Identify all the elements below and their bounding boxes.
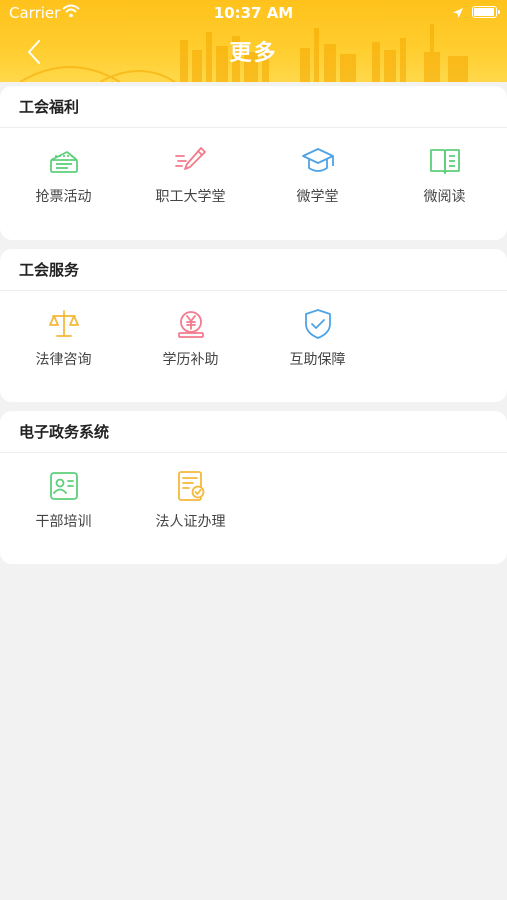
- menu-item-mutual-aid[interactable]: 互助保障: [254, 307, 381, 369]
- menu-item-micro-class[interactable]: 微学堂: [254, 144, 381, 206]
- section-title: 工会福利: [0, 86, 507, 128]
- pen-icon: [174, 147, 206, 170]
- menu-item-education-subsidy[interactable]: 学历补助: [127, 307, 254, 369]
- page-title: 更多: [229, 41, 278, 66]
- section-title: 电子政务系统: [0, 411, 507, 453]
- location-arrow-icon: [452, 5, 464, 23]
- menu-item-legal-consult[interactable]: 法律咨询: [0, 307, 127, 369]
- section-title: 工会服务: [0, 249, 507, 291]
- section-card: 工会福利 抢票活动 职工大学堂 微学堂 微阅读: [0, 86, 507, 240]
- status-bar: Carrier 10:37 AM: [0, 0, 507, 26]
- menu-item-label: 互助保障: [289, 352, 346, 368]
- nav-header: Carrier 10:37 AM 更多: [0, 0, 507, 82]
- menu-item-worker-college[interactable]: 职工大学堂: [127, 144, 254, 206]
- section-grid: 干部培训 法人证办理: [0, 453, 507, 559]
- section-card: 电子政务系统 干部培训 法人证办理: [0, 411, 507, 564]
- scales-icon: [48, 310, 79, 337]
- menu-item-legal-person-cert[interactable]: 法人证办理: [127, 469, 254, 531]
- menu-item-label: 微阅读: [423, 189, 466, 205]
- menu-item-label: 干部培训: [35, 514, 92, 530]
- id-card-icon: [49, 472, 78, 500]
- menu-item-label: 法人证办理: [155, 514, 226, 530]
- menu-item-micro-reading[interactable]: 微阅读: [381, 144, 507, 206]
- graduation-cap-icon: [301, 148, 334, 172]
- section-grid: 法律咨询 学历补助 互助保障: [0, 291, 507, 397]
- status-time: 10:37 AM: [213, 4, 294, 22]
- yuan-coin-icon: [177, 311, 204, 338]
- menu-item-label: 微学堂: [296, 189, 339, 205]
- battery-icon: [472, 6, 500, 18]
- book-icon: [429, 149, 460, 174]
- shield-check-icon: [304, 309, 331, 339]
- menu-item-label: 职工大学堂: [155, 189, 226, 205]
- ticket-icon: [49, 151, 78, 173]
- menu-item-label: 法律咨询: [35, 352, 92, 368]
- menu-item-cadre-training[interactable]: 干部培训: [0, 469, 127, 531]
- certificate-icon: [177, 471, 204, 501]
- section-grid: 抢票活动 职工大学堂 微学堂 微阅读: [0, 128, 507, 234]
- menu-item-label: 学历补助: [162, 352, 219, 368]
- menu-item-ticket[interactable]: 抢票活动: [0, 144, 127, 206]
- section-card: 工会服务 法律咨询 学历补助 互助保障: [0, 249, 507, 402]
- menu-item-label: 抢票活动: [35, 189, 92, 205]
